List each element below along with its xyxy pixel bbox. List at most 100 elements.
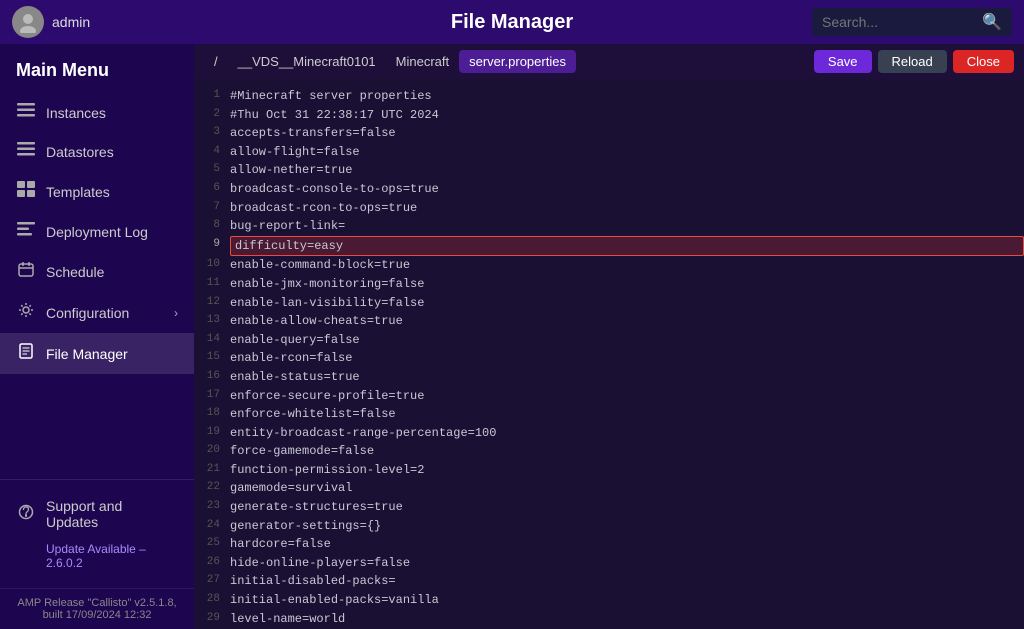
code-line[interactable]: 22gamemode=survival: [194, 479, 1024, 498]
sidebar-label-support: Support and Updates: [46, 498, 178, 530]
code-line[interactable]: 21function-permission-level=2: [194, 461, 1024, 480]
breadcrumb-root[interactable]: /: [204, 50, 228, 73]
sidebar-item-templates[interactable]: Templates: [0, 171, 194, 212]
line-number: 21: [194, 461, 230, 478]
code-line[interactable]: 10enable-command-block=true: [194, 256, 1024, 275]
line-content: accepts-transfers=false: [230, 124, 1024, 143]
line-number: 23: [194, 498, 230, 515]
line-content: allow-nether=true: [230, 161, 1024, 180]
breadcrumb-server-properties[interactable]: server.properties: [459, 50, 576, 73]
code-line[interactable]: 16enable-status=true: [194, 368, 1024, 387]
line-number: 13: [194, 312, 230, 329]
line-number: 16: [194, 368, 230, 385]
version-label: AMP Release "Callisto" v2.5.1.8, built 1…: [0, 588, 194, 629]
deployment-icon: [16, 222, 36, 241]
code-line[interactable]: 17enforce-secure-profile=true: [194, 387, 1024, 406]
code-line[interactable]: 5allow-nether=true: [194, 161, 1024, 180]
code-line[interactable]: 4allow-flight=false: [194, 143, 1024, 162]
line-number: 7: [194, 199, 230, 216]
code-line[interactable]: 18enforce-whitelist=false: [194, 405, 1024, 424]
line-number: 11: [194, 275, 230, 292]
sidebar-item-datastores[interactable]: Datastores: [0, 132, 194, 171]
code-line[interactable]: 7broadcast-rcon-to-ops=true: [194, 199, 1024, 218]
datastores-icon: [16, 142, 36, 161]
code-line[interactable]: 9difficulty=easy: [194, 236, 1024, 257]
code-line[interactable]: 6broadcast-console-to-ops=true: [194, 180, 1024, 199]
code-line[interactable]: 8bug-report-link=: [194, 217, 1024, 236]
code-line[interactable]: 15enable-rcon=false: [194, 349, 1024, 368]
sidebar-item-support[interactable]: Support and Updates: [0, 490, 194, 538]
code-line[interactable]: 1#Minecraft server properties: [194, 87, 1024, 106]
code-line[interactable]: 20force-gamemode=false: [194, 442, 1024, 461]
sidebar-label-file-manager: File Manager: [46, 346, 178, 362]
code-line[interactable]: 29level-name=world: [194, 610, 1024, 629]
sidebar-item-schedule[interactable]: Schedule: [0, 251, 194, 292]
reload-button[interactable]: Reload: [878, 50, 947, 73]
sidebar-item-instances[interactable]: Instances: [0, 93, 194, 132]
instances-icon: [16, 103, 36, 122]
code-line[interactable]: 25hardcore=false: [194, 535, 1024, 554]
configuration-arrow-icon: ›: [174, 306, 178, 320]
code-line[interactable]: 12enable-lan-visibility=false: [194, 294, 1024, 313]
code-line[interactable]: 2#Thu Oct 31 22:38:17 UTC 2024: [194, 106, 1024, 125]
save-button[interactable]: Save: [814, 50, 872, 73]
breadcrumb-vds[interactable]: __VDS__Minecraft0101: [228, 50, 386, 73]
line-content: broadcast-console-to-ops=true: [230, 180, 1024, 199]
close-button[interactable]: Close: [953, 50, 1014, 73]
breadcrumb-minecraft[interactable]: Minecraft: [386, 50, 459, 73]
line-number: 8: [194, 217, 230, 234]
search-input[interactable]: [822, 14, 982, 30]
line-number: 28: [194, 591, 230, 608]
line-content: enable-rcon=false: [230, 349, 1024, 368]
main-layout: Main Menu Instances Datastores Templates…: [0, 44, 1024, 629]
code-line[interactable]: 24generator-settings={}: [194, 517, 1024, 536]
fm-actions: Save Reload Close: [814, 50, 1014, 73]
line-content: hardcore=false: [230, 535, 1024, 554]
line-content: #Thu Oct 31 22:38:17 UTC 2024: [230, 106, 1024, 125]
line-content: function-permission-level=2: [230, 461, 1024, 480]
schedule-icon: [16, 261, 36, 282]
sidebar-title: Main Menu: [0, 44, 194, 93]
content-area: / __VDS__Minecraft0101 Minecraft server.…: [194, 44, 1024, 629]
code-line[interactable]: 26hide-online-players=false: [194, 554, 1024, 573]
sidebar-item-deployment-log[interactable]: Deployment Log: [0, 212, 194, 251]
code-line[interactable]: 19entity-broadcast-range-percentage=100: [194, 424, 1024, 443]
sidebar-bottom: Support and Updates Update Available – 2…: [0, 479, 194, 588]
sidebar-label-templates: Templates: [46, 184, 178, 200]
code-line[interactable]: 13enable-allow-cheats=true: [194, 312, 1024, 331]
line-number: 22: [194, 479, 230, 496]
avatar: [12, 6, 44, 38]
line-number: 17: [194, 387, 230, 404]
line-number: 20: [194, 442, 230, 459]
line-number: 26: [194, 554, 230, 571]
sidebar-label-instances: Instances: [46, 105, 178, 121]
search-icon: 🔍: [982, 12, 1002, 32]
code-line[interactable]: 27initial-disabled-packs=: [194, 572, 1024, 591]
update-available-label: Update Available – 2.6.0.2: [0, 538, 194, 578]
code-line[interactable]: 14enable-query=false: [194, 331, 1024, 350]
sidebar-label-schedule: Schedule: [46, 264, 178, 280]
search-box[interactable]: 🔍: [812, 8, 1012, 36]
line-content: enable-status=true: [230, 368, 1024, 387]
sidebar-item-configuration[interactable]: Configuration ›: [0, 292, 194, 333]
line-number: 18: [194, 405, 230, 422]
code-editor[interactable]: 1#Minecraft server properties2#Thu Oct 3…: [194, 79, 1024, 629]
line-content: enforce-secure-profile=true: [230, 387, 1024, 406]
line-number: 2: [194, 106, 230, 123]
line-number: 6: [194, 180, 230, 197]
code-line[interactable]: 11enable-jmx-monitoring=false: [194, 275, 1024, 294]
line-number: 5: [194, 161, 230, 178]
code-line[interactable]: 3accepts-transfers=false: [194, 124, 1024, 143]
line-content: enable-command-block=true: [230, 256, 1024, 275]
code-line[interactable]: 28initial-enabled-packs=vanilla: [194, 591, 1024, 610]
line-number: 12: [194, 294, 230, 311]
sidebar-label-deployment: Deployment Log: [46, 224, 178, 240]
line-content: allow-flight=false: [230, 143, 1024, 162]
line-number: 25: [194, 535, 230, 552]
line-content: enable-jmx-monitoring=false: [230, 275, 1024, 294]
line-content: initial-disabled-packs=: [230, 572, 1024, 591]
code-line[interactable]: 23generate-structures=true: [194, 498, 1024, 517]
line-content: difficulty=easy: [230, 236, 1024, 257]
sidebar-item-file-manager[interactable]: File Manager: [0, 333, 194, 374]
configuration-icon: [16, 302, 36, 323]
